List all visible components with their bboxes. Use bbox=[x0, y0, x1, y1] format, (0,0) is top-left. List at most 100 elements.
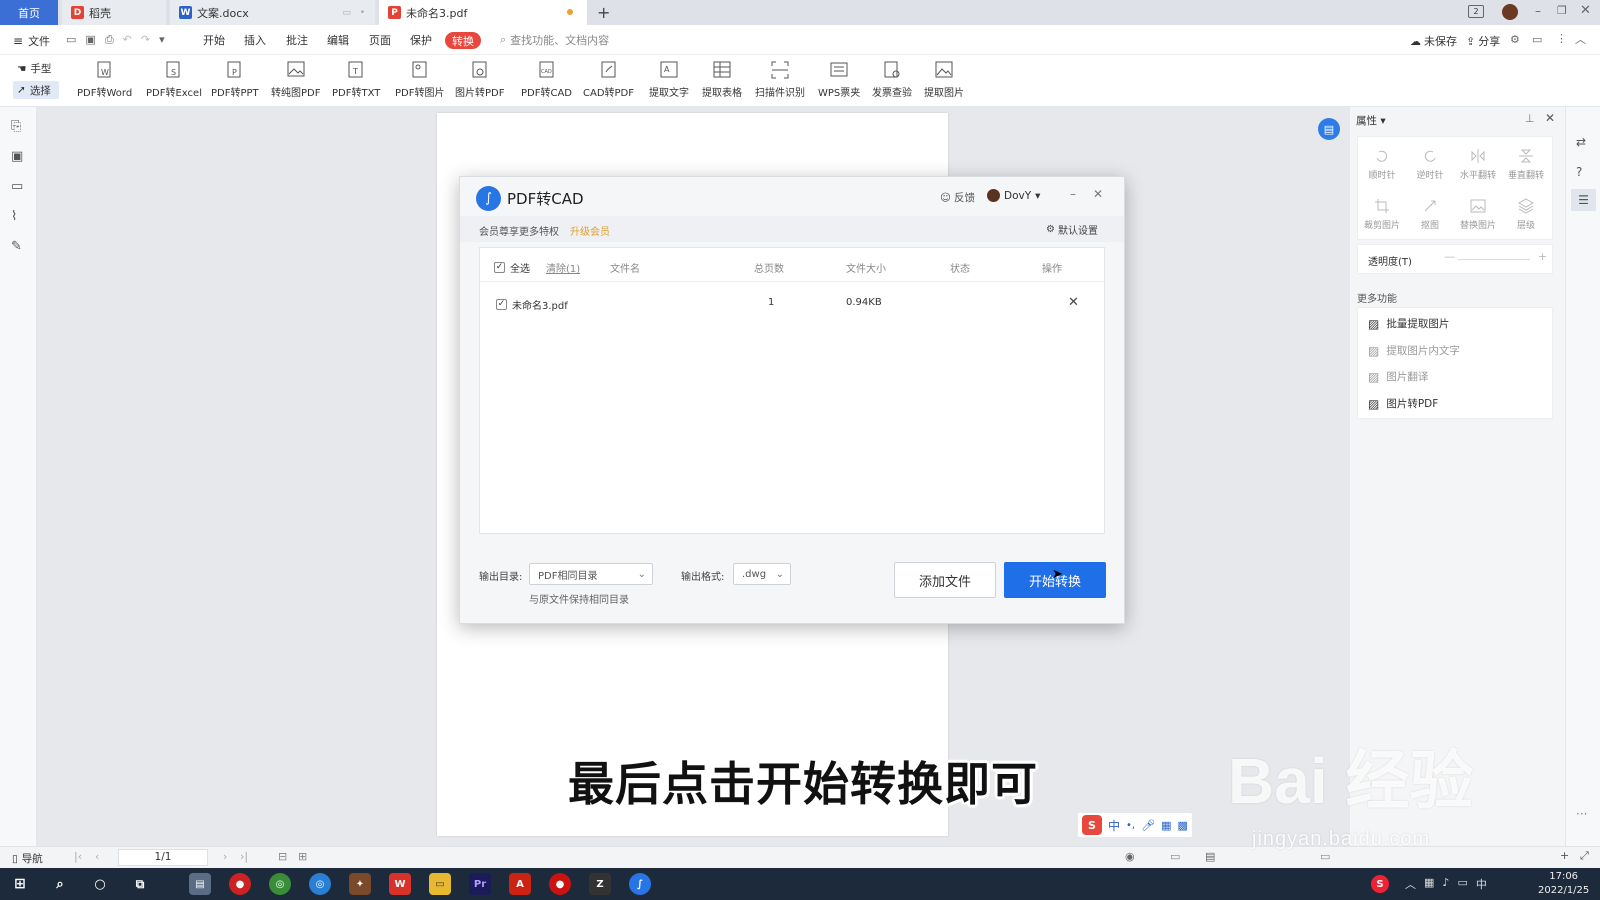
last-page-icon[interactable]: ›| bbox=[240, 850, 248, 863]
pdf-to-excel-button[interactable]: S PDF转Excel bbox=[146, 59, 202, 99]
user-avatar[interactable] bbox=[1502, 4, 1518, 20]
record-app-icon[interactable]: ● bbox=[229, 873, 251, 895]
flip-horizontal-button[interactable]: 水平翻转 bbox=[1454, 147, 1502, 181]
extract-text-button[interactable]: A 提取文字 bbox=[649, 59, 689, 99]
search-box[interactable]: ⌕ 查找功能、文档内容 bbox=[500, 32, 609, 48]
file-app-icon[interactable]: ▤ bbox=[189, 873, 211, 895]
menu-annotate[interactable]: 批注 bbox=[286, 32, 308, 48]
more-icon[interactable]: ⋮ bbox=[1556, 32, 1567, 45]
next-page-icon[interactable]: › bbox=[223, 850, 227, 863]
windows-start-icon[interactable]: ⊞ bbox=[9, 873, 31, 895]
premiere-icon[interactable]: Pr bbox=[469, 873, 491, 895]
close-icon[interactable]: ✕ bbox=[1580, 3, 1591, 18]
rotate-clockwise-button[interactable]: 顺时针 bbox=[1358, 147, 1406, 181]
fit-page-icon[interactable]: ⊞ bbox=[298, 850, 307, 863]
file-row-checkbox[interactable]: ✓ 未命名3.pdf bbox=[496, 297, 568, 312]
help-icon[interactable]: ? bbox=[1576, 165, 1582, 179]
opacity-increase-icon[interactable]: + bbox=[1538, 250, 1547, 263]
page-view-icon[interactable]: ▤ bbox=[1205, 850, 1215, 863]
pdf-to-word-button[interactable]: W PDF转Word bbox=[77, 59, 132, 99]
explorer-icon[interactable]: ▭ bbox=[429, 873, 451, 895]
share-button[interactable]: ⇪ 分享 bbox=[1466, 33, 1500, 49]
hand-tool[interactable]: ☚ 手型 bbox=[17, 61, 51, 76]
restore-icon[interactable]: ❐ bbox=[1557, 4, 1567, 17]
nav-toggle[interactable]: ▯ 导航 bbox=[12, 851, 43, 866]
signature-icon[interactable]: ✎ bbox=[11, 239, 22, 254]
image-to-pdf-item[interactable]: ▨ 图片转PDF bbox=[1368, 396, 1438, 411]
app-icon[interactable]: Z bbox=[589, 873, 611, 895]
user-menu[interactable]: DovY ▾ bbox=[987, 189, 1040, 202]
tray-expand-icon[interactable]: ︿ bbox=[1405, 876, 1416, 892]
extract-table-button[interactable]: 提取表格 bbox=[702, 59, 742, 99]
pdf-converter-icon[interactable]: ∫ bbox=[629, 873, 651, 895]
prev-page-icon[interactable]: ‹ bbox=[95, 850, 99, 863]
zoom-in-icon[interactable]: + bbox=[1560, 849, 1569, 862]
redo-icon[interactable]: ↷ bbox=[141, 33, 150, 47]
settings-icon[interactable]: ⚙ bbox=[1510, 33, 1520, 46]
browser-icon[interactable]: ◎ bbox=[309, 873, 331, 895]
select-tool[interactable]: ➚ 选择 bbox=[13, 81, 59, 99]
task-view-icon[interactable]: ⧉ bbox=[129, 873, 151, 895]
menu-convert[interactable]: 转换 bbox=[445, 32, 481, 49]
pure-image-pdf-button[interactable]: 转纯图PDF bbox=[271, 59, 320, 99]
properties-toggle-icon[interactable]: ☰ bbox=[1571, 189, 1596, 211]
remove-file-icon[interactable]: ✕ bbox=[1068, 295, 1079, 310]
print-icon[interactable]: ⎙ bbox=[105, 33, 114, 47]
dialog-close-icon[interactable]: ✕ bbox=[1093, 187, 1103, 201]
recorder-icon[interactable]: ● bbox=[549, 873, 571, 895]
opacity-slider[interactable] bbox=[1458, 259, 1530, 260]
layer-button[interactable]: 层级 bbox=[1502, 197, 1550, 231]
unsaved-button[interactable]: ☁ 未保存 bbox=[1410, 33, 1457, 49]
image-translate-item[interactable]: ▨ 图片翻译 bbox=[1368, 369, 1428, 384]
add-file-button[interactable]: 添加文件 bbox=[894, 562, 996, 598]
volume-icon[interactable]: ♪ bbox=[1442, 876, 1449, 892]
single-page-icon[interactable]: ▭ bbox=[1170, 850, 1180, 863]
search-icon[interactable]: ⌕ bbox=[49, 873, 71, 895]
floating-tool-icon[interactable]: ▤ bbox=[1318, 118, 1340, 140]
wps-icon[interactable]: W bbox=[389, 873, 411, 895]
pdf-to-cad-button[interactable]: CAD PDF转CAD bbox=[521, 59, 572, 99]
menu-page[interactable]: 页面 bbox=[369, 32, 391, 48]
select-all-checkbox[interactable]: ✓ 全选 bbox=[494, 260, 530, 275]
replace-image-button[interactable]: 替换图片 bbox=[1454, 197, 1502, 231]
clock[interactable]: 17:06 2022/1/25 bbox=[1538, 870, 1589, 898]
pin-icon[interactable]: ⊥ bbox=[1525, 112, 1535, 125]
attachment-icon[interactable]: ⌇ bbox=[11, 209, 17, 224]
cortana-icon[interactable]: ○ bbox=[89, 873, 111, 895]
feedback-button[interactable]: ☺ 反馈 bbox=[940, 190, 975, 205]
fit-width-icon[interactable]: ⊟ bbox=[278, 850, 287, 863]
chrome-icon[interactable]: ◎ bbox=[269, 873, 291, 895]
eye-protection-icon[interactable]: ◉ bbox=[1125, 850, 1135, 863]
dropdown-icon[interactable]: ▾ bbox=[159, 33, 165, 47]
save-icon[interactable]: ▣ bbox=[85, 33, 95, 47]
tab-pdf[interactable]: P 未命名3.pdf bbox=[379, 0, 587, 25]
collapse-ribbon-icon[interactable]: ︿ bbox=[1575, 31, 1586, 47]
tab-docx[interactable]: W 文案.docx ▭ • bbox=[170, 0, 375, 25]
network-icon[interactable]: ▦ bbox=[1424, 876, 1434, 892]
default-settings-button[interactable]: ⚙ 默认设置 bbox=[1046, 222, 1098, 237]
extract-image-text-item[interactable]: ▨ 提取图片内文字 bbox=[1368, 343, 1460, 358]
tab-docer[interactable]: D 稻壳 bbox=[62, 0, 166, 25]
first-page-icon[interactable]: |‹ bbox=[74, 850, 82, 863]
file-menu[interactable]: ≡ 文件 bbox=[13, 33, 50, 49]
wps-invoice-folder-button[interactable]: WPS票夹 bbox=[818, 59, 860, 99]
pdf-to-image-button[interactable]: PDF转图片 bbox=[395, 59, 444, 99]
game-app-icon[interactable]: ✦ bbox=[349, 873, 371, 895]
crop-image-button[interactable]: 裁剪图片 bbox=[1358, 197, 1406, 231]
bookmark-icon[interactable]: ⎘ bbox=[11, 119, 21, 134]
display-icon[interactable]: ▭ bbox=[1457, 876, 1467, 892]
view-mode-icon[interactable]: ▭ bbox=[1320, 850, 1330, 863]
sogou-tray-icon[interactable]: S bbox=[1371, 875, 1389, 893]
output-dir-select[interactable]: PDF相同目录 ⌄ bbox=[529, 563, 653, 585]
extract-image-button[interactable]: 提取图片 bbox=[924, 59, 964, 99]
window-count-icon[interactable]: 2 bbox=[1468, 5, 1484, 18]
new-tab-button[interactable]: + bbox=[597, 3, 610, 22]
page-number-input[interactable]: 1/1 bbox=[118, 849, 208, 866]
comments-icon[interactable]: ▭ bbox=[11, 179, 23, 194]
ime-indicator[interactable]: 中 bbox=[1476, 876, 1487, 892]
cad-to-pdf-button[interactable]: CAD转PDF bbox=[583, 59, 634, 99]
table-row[interactable]: ✓ 未命名3.pdf 1 0.94KB ✕ bbox=[480, 284, 1104, 314]
menu-insert[interactable]: 插入 bbox=[244, 32, 266, 48]
batch-extract-images-item[interactable]: ▨ 批量提取图片 bbox=[1368, 316, 1449, 331]
invoice-check-button[interactable]: 发票查验 bbox=[872, 59, 912, 99]
